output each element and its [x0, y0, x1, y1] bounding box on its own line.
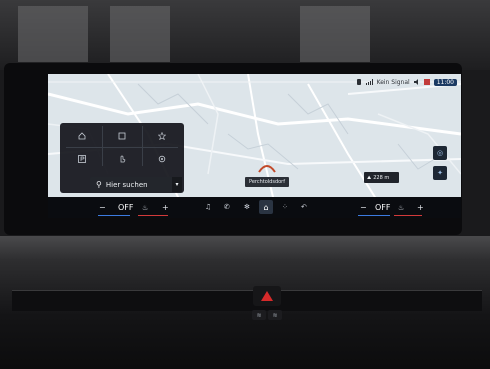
chevron-down-icon[interactable]: ▾	[172, 177, 182, 192]
media-icon[interactable]: ♫	[205, 203, 211, 211]
hazard-button[interactable]	[253, 286, 281, 306]
search-label: Hier suchen	[105, 180, 148, 189]
place-label[interactable]: Perchtoldsdorf	[245, 177, 289, 187]
temp-bar-blue	[358, 215, 390, 216]
assist-button[interactable]: ✦	[433, 166, 447, 180]
home-button[interactable]: ⌂	[259, 200, 273, 214]
left-temp-value: OFF	[118, 203, 134, 212]
climate-dock: − OFF ♨ + ♫ ✆ ✻ ⌂ ⁘ ↶ − OFF ♨ +	[48, 197, 461, 218]
favorites-icon[interactable]	[142, 126, 182, 146]
temp-bar-blue	[98, 215, 130, 216]
distance-value: 228 m	[373, 174, 390, 181]
location-cursor-icon	[258, 158, 276, 173]
fan-icon[interactable]: ✻	[244, 203, 250, 211]
right-temp-minus[interactable]: −	[360, 203, 367, 212]
signal-icon	[365, 79, 373, 85]
phone-icon	[356, 79, 362, 85]
compass-button[interactable]: ◎	[433, 146, 447, 160]
work-icon[interactable]	[102, 126, 142, 146]
right-temp-value: OFF	[375, 203, 391, 212]
right-temp-plus[interactable]: +	[417, 203, 424, 212]
status-bar: Kein Signal 11:00	[356, 76, 457, 88]
hazard-icon	[261, 291, 273, 301]
clock: 11:00	[433, 78, 457, 86]
network-status: Kein Signal	[376, 78, 410, 86]
left-temp-minus[interactable]: −	[99, 203, 106, 212]
air-vent	[12, 290, 482, 311]
compass-icon: ◎	[436, 149, 444, 157]
message-icon	[423, 79, 430, 85]
seat-heat-icon[interactable]: ♨	[398, 204, 404, 212]
defrost-icon: ≋	[256, 311, 262, 319]
touch-icon[interactable]	[102, 149, 142, 169]
phone-icon[interactable]: ✆	[224, 203, 230, 211]
settings-icon[interactable]	[142, 149, 182, 169]
mountain-icon: ⛰	[367, 174, 372, 181]
apps-icon[interactable]: ⁘	[282, 203, 288, 211]
search-field[interactable]: ⚲ Hier suchen ▾	[90, 177, 182, 192]
assist-icon: ✦	[437, 169, 443, 177]
parking-icon[interactable]	[62, 149, 102, 169]
window	[110, 6, 170, 62]
menu-divider	[66, 147, 178, 148]
defrost-rear-button[interactable]: ≋	[268, 310, 282, 320]
volume-icon	[413, 79, 420, 85]
defrost-icon: ≋	[272, 311, 278, 319]
background-room	[0, 0, 490, 70]
home-icon[interactable]	[62, 126, 102, 146]
left-temp-plus[interactable]: +	[162, 203, 169, 212]
window	[18, 6, 88, 62]
distance-indicator[interactable]: ⛰ 228 m	[364, 172, 399, 183]
defrost-front-button[interactable]: ≋	[252, 310, 266, 320]
window	[300, 6, 370, 62]
home-icon: ⌂	[263, 202, 269, 212]
seat-heat-icon[interactable]: ♨	[142, 204, 148, 212]
back-icon[interactable]: ↶	[301, 203, 307, 211]
temp-bar-red	[138, 215, 168, 216]
temp-bar-red	[394, 215, 422, 216]
search-icon: ⚲	[96, 180, 102, 189]
infotainment-screen: Kein Signal 11:00 ⚲ Hier suchen ▾ Percht…	[48, 74, 461, 218]
